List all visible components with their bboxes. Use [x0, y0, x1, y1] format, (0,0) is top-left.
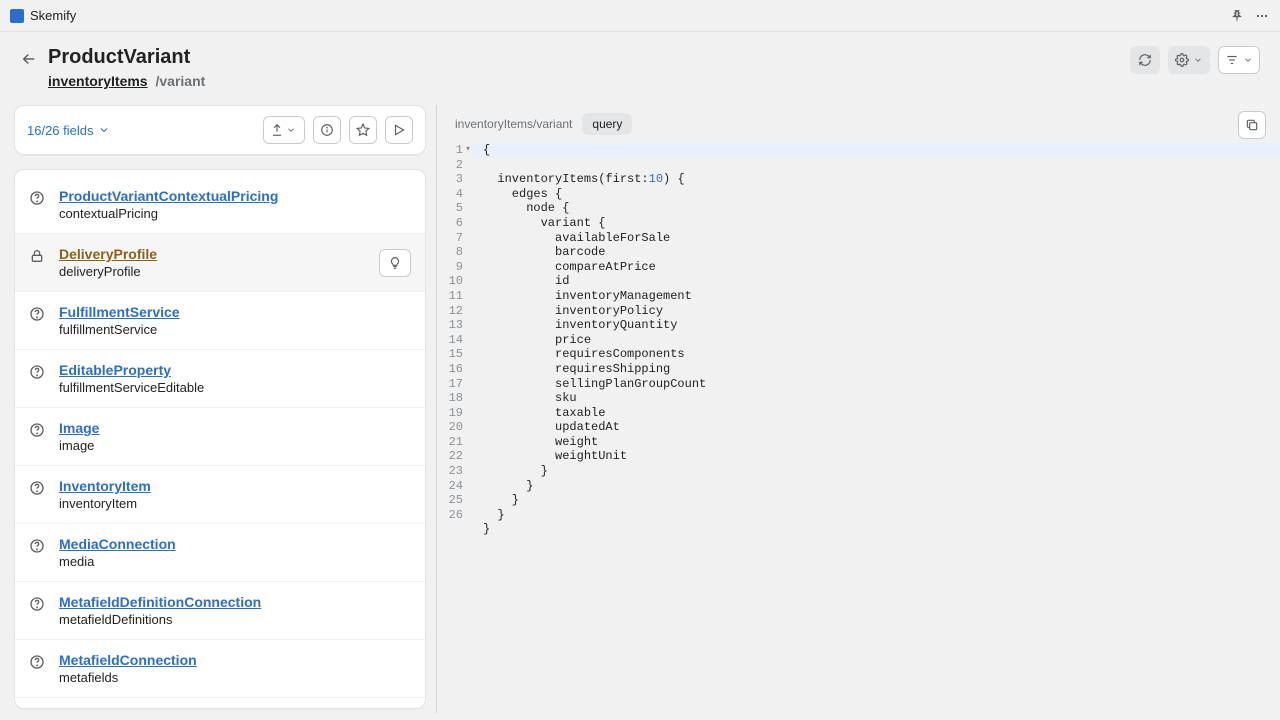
help-icon — [29, 306, 47, 322]
field-name-label: image — [59, 438, 99, 453]
help-icon — [29, 422, 47, 438]
fields-count-toggle[interactable]: 16/26 fields — [27, 123, 110, 138]
field-row[interactable]: MetafieldConnection metafields — [15, 639, 425, 697]
info-button[interactable] — [313, 116, 341, 144]
pin-icon[interactable] — [1230, 9, 1244, 23]
breadcrumb: inventoryItems /variant — [48, 73, 205, 89]
copy-button[interactable] — [1238, 111, 1266, 139]
field-name-label: fulfillmentService — [59, 322, 180, 337]
field-type-link[interactable]: MediaConnection — [59, 536, 176, 552]
help-icon — [29, 190, 47, 206]
help-icon — [29, 654, 47, 670]
field-name-label: metafields — [59, 670, 197, 685]
field-row[interactable]: MetafieldDefinitionConnection metafieldDe… — [15, 581, 425, 639]
field-type-link[interactable]: FulfillmentService — [59, 304, 180, 320]
breadcrumb-tail: /variant — [155, 73, 205, 89]
field-row[interactable]: FulfillmentService fulfillmentService — [15, 291, 425, 349]
field-list: ProductVariantContextualPricing contextua… — [14, 169, 426, 709]
page-title: ProductVariant — [48, 46, 205, 69]
settings-button[interactable] — [1168, 46, 1210, 74]
lock-icon — [29, 248, 47, 264]
field-type-link[interactable]: DeliveryProfile — [59, 246, 157, 262]
help-icon — [29, 364, 47, 380]
breadcrumb-root[interactable]: inventoryItems — [48, 73, 148, 89]
field-row[interactable]: EditableProperty fulfillmentServiceEditab… — [15, 349, 425, 407]
field-name-label: deliveryProfile — [59, 264, 157, 279]
field-type-link[interactable]: ProductVariantContextualPricing — [59, 188, 278, 204]
help-icon — [29, 538, 47, 554]
field-name-label: contextualPricing — [59, 206, 278, 221]
field-type-link[interactable]: EditableProperty — [59, 362, 204, 378]
brand-logo-icon — [10, 9, 24, 23]
more-icon[interactable] — [1254, 9, 1270, 23]
field-row[interactable]: ProductVariantPricePairConnectionpresent… — [15, 697, 425, 709]
app-brand: Skemify — [10, 8, 76, 23]
field-name-label: metafieldDefinitions — [59, 612, 261, 627]
filter-button[interactable] — [1218, 46, 1260, 74]
field-row[interactable]: ProductVariantContextualPricing contextua… — [15, 170, 425, 233]
field-name-label: media — [59, 554, 176, 569]
favorite-button[interactable] — [349, 116, 377, 144]
app-name: Skemify — [30, 8, 76, 23]
help-icon — [29, 596, 47, 612]
hint-button[interactable] — [379, 249, 411, 277]
run-button[interactable] — [385, 116, 413, 144]
field-type-link[interactable]: InventoryItem — [59, 478, 151, 494]
field-row[interactable]: InventoryItem inventoryItem — [15, 465, 425, 523]
field-type-link[interactable]: MetafieldDefinitionConnection — [59, 594, 261, 610]
editor-tab-query[interactable]: query — [582, 113, 632, 135]
refresh-button[interactable] — [1130, 46, 1160, 74]
help-icon — [29, 480, 47, 496]
field-name-label: fulfillmentServiceEditable — [59, 380, 204, 395]
export-button[interactable] — [263, 116, 305, 144]
field-name-label: inventoryItem — [59, 496, 151, 511]
back-arrow-icon[interactable] — [20, 50, 38, 68]
field-type-link[interactable]: MetafieldConnection — [59, 652, 197, 668]
field-row[interactable]: DeliveryProfile deliveryProfile — [15, 233, 425, 291]
editor-path-label: inventoryItems/variant — [455, 117, 572, 131]
field-row[interactable]: Image image — [15, 407, 425, 465]
field-type-link[interactable]: Image — [59, 420, 99, 436]
field-row[interactable]: MediaConnection media — [15, 523, 425, 581]
